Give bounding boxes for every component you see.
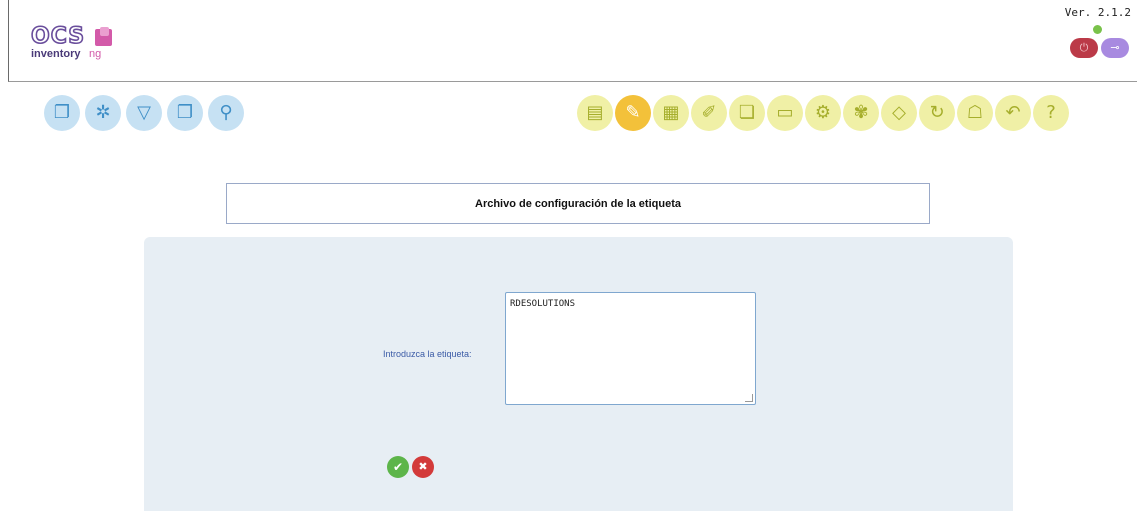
nav-folder-icon[interactable]: ▭ — [767, 95, 803, 131]
page-title: Archivo de configuración de la etiqueta — [226, 183, 930, 224]
logo-suffix: ng — [89, 48, 102, 60]
nav-network-icon[interactable]: ✲ — [85, 95, 121, 131]
nav-computer-icon[interactable]: ⚙ — [805, 95, 841, 131]
nav-copy-icon[interactable]: ❏ — [729, 95, 765, 131]
nav-filter-icon[interactable]: ▽ — [126, 95, 162, 131]
close-icon: ✖ — [418, 460, 428, 473]
nav-computers-icon[interactable]: ❐ — [44, 95, 80, 131]
logo-product: inventory — [31, 48, 81, 60]
nav-deploy-icon[interactable]: ▦ — [653, 95, 689, 131]
nav-help-icon[interactable]: ? — [1033, 95, 1069, 131]
nav-tag-icon[interactable]: ◇ — [881, 95, 917, 131]
nav-inventory-icon[interactable]: ▤ — [577, 95, 613, 131]
cancel-button[interactable]: ✖ — [412, 456, 434, 478]
submit-button[interactable]: ✔ — [387, 456, 409, 478]
key-icon: ⊸ — [1110, 41, 1120, 54]
resize-grip-icon[interactable] — [745, 394, 753, 402]
ocs-inventory-logo[interactable]: OCS inventory ng — [30, 24, 131, 62]
nav-search-icon[interactable]: ⚲ — [208, 95, 244, 131]
key-button[interactable]: ⊸ — [1101, 38, 1129, 58]
status-indicator-icon — [1093, 25, 1102, 34]
logo-mark-icon — [95, 27, 112, 46]
app-header: OCS inventory ng Ver. 2.1.2 — [8, 0, 1137, 82]
power-icon: ⏻ — [1079, 41, 1089, 54]
label-field-label: Introduzca la etiqueta: — [383, 349, 472, 359]
version-label: Ver. 2.1.2 — [1064, 6, 1131, 19]
label-input[interactable] — [505, 292, 756, 405]
logout-button[interactable]: ⏻ — [1070, 38, 1098, 58]
form-panel: Introduzca la etiqueta: ✔ ✖ — [144, 237, 1013, 511]
nav-config-icon[interactable]: ✎ — [615, 95, 651, 131]
nav-back-icon[interactable]: ↶ — [995, 95, 1031, 131]
nav-refresh-icon[interactable]: ↻ — [919, 95, 955, 131]
nav-groups-icon[interactable]: ❐ — [167, 95, 203, 131]
nav-documents-icon[interactable]: ✐ — [691, 95, 727, 131]
logo-brand: OCS — [30, 24, 86, 49]
check-icon: ✔ — [392, 460, 404, 474]
nav-plugins-icon[interactable]: ✾ — [843, 95, 879, 131]
nav-user-icon[interactable]: ☖ — [957, 95, 993, 131]
